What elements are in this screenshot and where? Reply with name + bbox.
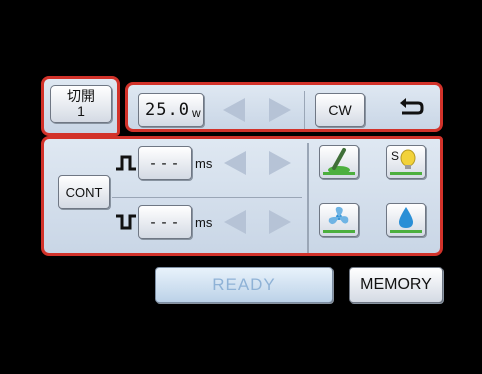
return-arrow-icon: [400, 98, 424, 115]
vertical-divider: [307, 143, 309, 253]
power-panel: 25.0 w CW: [125, 82, 443, 132]
left-arrow-icon: [224, 151, 246, 175]
cw-label: CW: [328, 102, 352, 118]
pulse-off-increase-button[interactable]: [264, 205, 296, 239]
right-arrow-icon: [269, 98, 291, 122]
ready-label: READY: [212, 275, 276, 294]
pulse-on-unit: ms: [195, 156, 213, 171]
left-arrow-icon: [223, 98, 245, 122]
cont-label: CONT: [65, 184, 103, 200]
fan-icon: [323, 206, 355, 233]
divider: [304, 91, 305, 129]
memory-label: MEMORY: [360, 276, 432, 293]
cont-button[interactable]: CONT: [58, 175, 110, 209]
pulse-off-icon: [116, 214, 136, 230]
cw-mode-button[interactable]: CW: [315, 93, 365, 127]
pulse-off-value: ---: [148, 213, 182, 231]
tab-title: 切開: [67, 88, 95, 104]
right-arrow-icon: [269, 210, 291, 234]
power-value: 25.0: [145, 100, 190, 120]
cutting-tool-icon: [323, 148, 355, 175]
pulse-on-field[interactable]: ---: [138, 146, 192, 180]
row-divider: [112, 197, 302, 198]
pulse-off-decrease-button[interactable]: [219, 205, 251, 239]
pulse-panel: CONT --- ms --- ms S: [41, 136, 443, 256]
back-button[interactable]: [396, 95, 426, 123]
power-unit: w: [191, 105, 201, 120]
ready-button[interactable]: READY: [155, 267, 333, 303]
fan-mode-button[interactable]: [319, 203, 359, 237]
pulse-on-icon: [116, 155, 136, 171]
water-mode-button[interactable]: [386, 203, 426, 237]
svg-text:S: S: [391, 149, 399, 163]
light-mode-button[interactable]: S: [386, 145, 426, 179]
incision-mode-tab[interactable]: 切開 1: [50, 85, 112, 123]
pulse-on-decrease-button[interactable]: [219, 146, 251, 180]
memory-button[interactable]: MEMORY: [349, 267, 443, 303]
water-drop-icon: [390, 207, 422, 233]
pulse-off-unit: ms: [195, 215, 213, 230]
power-value-field[interactable]: 25.0 w: [138, 93, 204, 127]
power-decrease-button[interactable]: [218, 93, 250, 127]
mode-tab-frame: 切開 1: [41, 76, 120, 136]
power-increase-button[interactable]: [264, 93, 296, 127]
pulse-off-field[interactable]: ---: [138, 205, 192, 239]
left-arrow-icon: [224, 210, 246, 234]
cutting-mode-button[interactable]: [319, 145, 359, 179]
light-icon: S: [390, 149, 422, 175]
pulse-on-increase-button[interactable]: [264, 146, 296, 180]
tab-number: 1: [77, 103, 85, 119]
right-arrow-icon: [269, 151, 291, 175]
pulse-on-value: ---: [148, 154, 182, 172]
laser-control-screen: 切開 1 25.0 w CW CONT --- ms --- ms S READ…: [41, 76, 447, 308]
